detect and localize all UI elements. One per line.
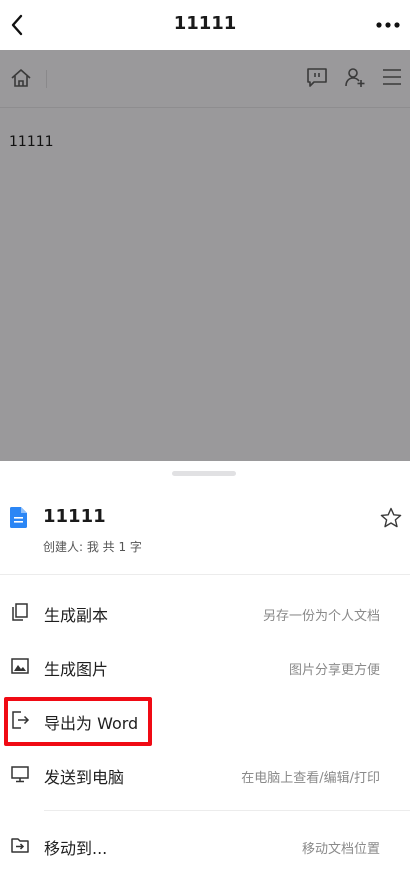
dimmed-document-area[interactable]: 11111 — [0, 50, 410, 461]
home-icon[interactable] — [9, 66, 33, 90]
document-name: 11111 — [43, 506, 106, 527]
menu-item-send-to-computer[interactable]: 发送到电脑 在电脑上查看/编辑/打印 — [0, 748, 410, 802]
document-body-text: 11111 — [9, 134, 54, 150]
document-file-icon — [10, 507, 27, 528]
document-meta: 创建人: 我 共 1 字 — [43, 540, 142, 554]
page-title: 11111 — [173, 13, 237, 34]
menu-divider — [44, 810, 410, 811]
menu-item-description: 另存一份为个人文档 — [262, 609, 380, 624]
toolbar-separator — [46, 70, 47, 88]
star-favorite-icon[interactable] — [380, 507, 402, 529]
menu-item-label: 移动到... — [44, 839, 108, 858]
menu-item-make-copy[interactable]: 生成副本 另存一份为个人文档 — [0, 586, 410, 640]
menu-item-label: 生成图片 — [44, 660, 109, 679]
move-folder-icon — [11, 838, 29, 853]
menu-item-generate-image[interactable]: 生成图片 图片分享更方便 — [0, 640, 410, 694]
menu-item-move-to[interactable]: 移动到... 移动文档位置 — [0, 819, 410, 873]
document-toolbar — [0, 50, 410, 108]
hamburger-menu-icon[interactable] — [380, 65, 404, 89]
copy-icon — [12, 603, 28, 621]
action-sheet: 11111 创建人: 我 共 1 字 生成副本 另存一份为个人文档 生成图片 图… — [0, 461, 410, 880]
more-options-icon[interactable] — [374, 12, 402, 38]
menu-item-label: 导出为 Word — [44, 714, 139, 733]
menu-item-label: 发送到电脑 — [44, 768, 125, 787]
menu-item-description: 在电脑上查看/编辑/打印 — [241, 771, 380, 786]
document-info: 11111 创建人: 我 共 1 字 — [0, 499, 410, 575]
action-menu-list: 生成副本 另存一份为个人文档 生成图片 图片分享更方便 导出为 Word 发送到… — [0, 586, 410, 873]
add-collaborator-icon[interactable] — [343, 65, 367, 89]
top-nav-bar: 11111 — [0, 0, 410, 50]
comment-icon[interactable] — [305, 65, 329, 89]
image-icon — [11, 658, 29, 674]
sheet-drag-handle[interactable] — [172, 471, 236, 476]
menu-item-export-word[interactable]: 导出为 Word — [0, 694, 410, 748]
menu-item-description: 图片分享更方便 — [288, 663, 380, 678]
menu-item-description: 移动文档位置 — [301, 842, 380, 857]
monitor-icon — [11, 766, 29, 783]
export-icon — [12, 711, 30, 729]
menu-item-label: 生成副本 — [44, 606, 109, 625]
